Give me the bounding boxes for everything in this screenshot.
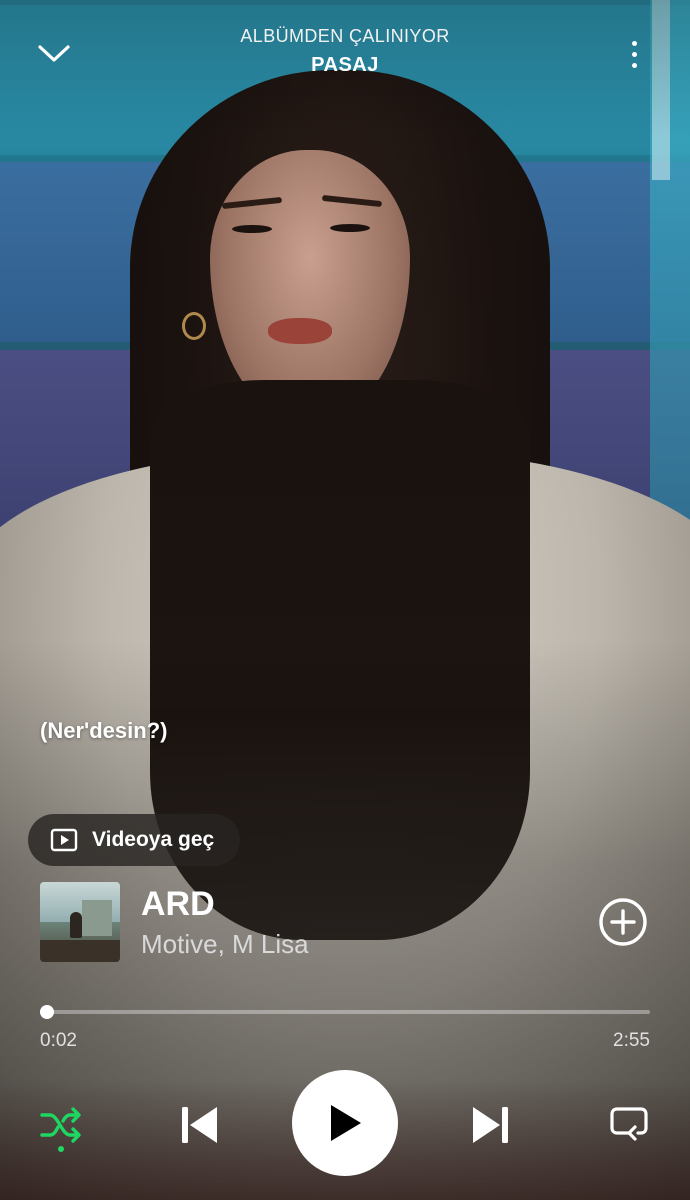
progress-thumb[interactable] xyxy=(39,1005,54,1019)
more-options-button[interactable] xyxy=(618,34,650,74)
track-title[interactable]: ARD xyxy=(141,884,215,924)
canvas-figure-lips xyxy=(268,318,332,344)
more-vertical-icon xyxy=(631,40,637,46)
context-name: PASAJ xyxy=(311,54,379,76)
album-cover-image[interactable] xyxy=(40,882,120,962)
context-label: ALBÜMDEN ÇALINIYOR xyxy=(240,26,450,46)
skip-previous-icon xyxy=(182,1107,217,1143)
progress-track xyxy=(40,1010,650,1014)
track-info: ARD Motive, M Lisa xyxy=(40,882,650,964)
repeat-button[interactable] xyxy=(604,1100,654,1150)
repeat-icon xyxy=(610,1107,648,1141)
switch-to-video-button[interactable]: Videoya geç xyxy=(28,814,241,866)
track-artists[interactable]: Motive, M Lisa xyxy=(141,928,309,960)
lyric-line[interactable]: (Ner'desin?) xyxy=(40,718,167,744)
previous-track-button[interactable] xyxy=(174,1100,224,1150)
playing-context[interactable]: ALBÜMDEN ÇALINIYOR PASAJ xyxy=(120,24,570,80)
next-track-button[interactable] xyxy=(466,1100,516,1150)
player-header: ALBÜMDEN ÇALINIYOR PASAJ xyxy=(0,0,690,100)
shuffle-icon xyxy=(40,1107,81,1143)
cover-figure xyxy=(70,912,82,938)
total-duration: 2:55 xyxy=(613,1030,650,1051)
add-to-library-button[interactable] xyxy=(598,897,648,947)
cover-ground xyxy=(40,940,120,962)
more-vertical-icon-dot xyxy=(631,62,637,68)
shuffle-button[interactable] xyxy=(36,1100,86,1150)
video-play-icon xyxy=(50,828,78,852)
play-pause-button[interactable] xyxy=(292,1070,398,1176)
canvas-figure-earring xyxy=(182,312,206,340)
playback-progress-slider[interactable] xyxy=(39,1000,650,1024)
switch-to-video-label: Videoya geç xyxy=(92,828,215,851)
collapse-button[interactable] xyxy=(32,36,76,72)
playback-controls xyxy=(0,1070,690,1180)
chevron-down-icon xyxy=(38,45,70,62)
canvas-figure-eye xyxy=(330,224,370,232)
add-circle-icon xyxy=(599,898,647,946)
more-vertical-icon-dot xyxy=(631,51,637,57)
canvas-figure-eye xyxy=(232,225,272,233)
skip-next-icon xyxy=(473,1107,508,1143)
play-icon xyxy=(331,1105,361,1141)
elapsed-time: 0:02 xyxy=(40,1030,77,1051)
cover-building xyxy=(82,900,112,936)
shuffle-active-indicator xyxy=(58,1146,64,1152)
